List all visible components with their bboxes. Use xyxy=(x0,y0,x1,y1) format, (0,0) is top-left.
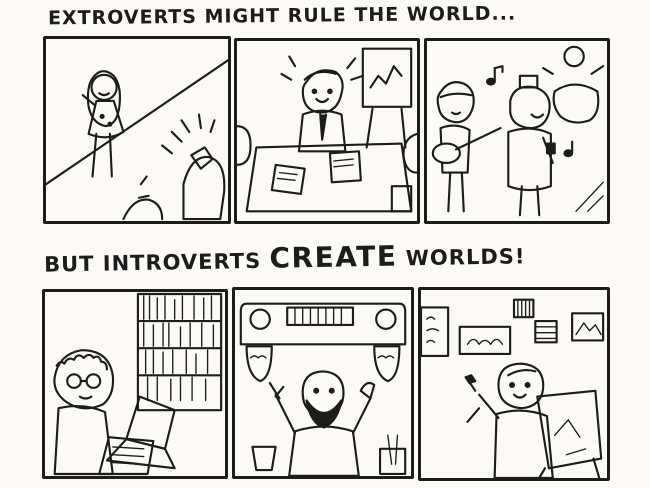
comic-page: EXTROVERTS MIGHT RULE THE WORLD... BUT I… xyxy=(0,0,650,488)
bottom-caption-suffix: WORLDS! xyxy=(397,244,526,271)
bearded-inventor-drawing xyxy=(239,302,407,476)
bottom-caption-prefix: BUT INTROVERTS xyxy=(43,248,270,277)
speaker-on-stage-drawing xyxy=(46,59,228,221)
top-caption: EXTROVERTS MIGHT RULE THE WORLD... xyxy=(48,1,650,30)
panel-speaker-on-stage xyxy=(43,36,231,224)
panel-bearded-inventor xyxy=(232,287,414,479)
panel-writer-at-laptop xyxy=(42,289,228,479)
writer-at-laptop-drawing xyxy=(53,292,223,476)
bottom-caption: BUT INTROVERTS CREATE WORLDS! xyxy=(44,234,650,278)
panel-band-performing xyxy=(424,38,610,224)
top-caption-text: EXTROVERTS MIGHT RULE THE WORLD... xyxy=(47,2,517,30)
boss-at-meeting-drawing xyxy=(237,47,417,213)
bottom-caption-emphasis: CREATE xyxy=(269,239,398,275)
panel-boss-at-meeting xyxy=(234,38,420,224)
painter-at-easel-drawing xyxy=(421,298,605,478)
panel-painter-at-easel xyxy=(418,287,610,481)
band-performing-drawing xyxy=(431,45,605,217)
